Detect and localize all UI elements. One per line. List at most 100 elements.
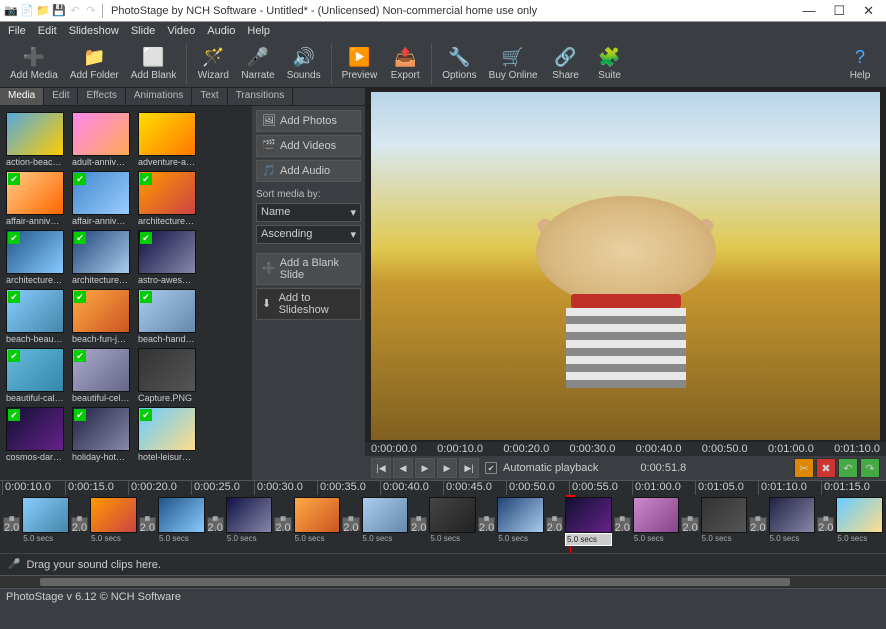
transition[interactable]: ▦2.0 [207, 517, 224, 531]
media-thumb[interactable]: ✔beach-hand-ice-cr... [138, 289, 200, 344]
tab-text[interactable]: Text [192, 88, 227, 105]
add-videos-button[interactable]: 🎬Add Videos [256, 135, 361, 157]
transition[interactable]: ▦2.0 [546, 517, 563, 531]
add-media-button[interactable]: ➕Add Media [4, 44, 64, 83]
media-thumb[interactable]: action-beach-care... [6, 112, 68, 167]
timeline-clips[interactable]: ▦2.05.0 secs▦2.05.0 secs▦2.05.0 secs▦2.0… [0, 495, 886, 553]
transition[interactable]: ▦2.0 [478, 517, 495, 531]
menu-video[interactable]: Video [163, 24, 199, 38]
timeline-clip[interactable]: 5.0 secs [701, 497, 748, 551]
add-to-slideshow-button[interactable]: ⬇Add to Slideshow [256, 288, 361, 320]
undo-button[interactable]: ↶ [838, 458, 858, 478]
tab-edit[interactable]: Edit [44, 88, 78, 105]
media-thumb[interactable]: ✔holiday-hotel-las-v... [72, 407, 134, 462]
buy-online-button[interactable]: 🛒Buy Online [483, 44, 544, 83]
prev-button[interactable]: ◀ [393, 458, 413, 478]
media-thumb[interactable]: ✔affair-anniversary... [72, 171, 134, 226]
media-thumb[interactable]: ✔cosmos-dark-eveni... [6, 407, 68, 462]
add-audio-button[interactable]: 🎵Add Audio [256, 160, 361, 182]
timeline-clip[interactable]: 5.0 secs [497, 497, 544, 551]
media-thumb[interactable]: Capture.PNG [138, 348, 200, 403]
timeline-clip[interactable]: 5.0 secs [565, 497, 612, 551]
undo-icon[interactable]: ↶ [68, 4, 82, 18]
audio-track[interactable]: Drag your sound clips here. [0, 553, 886, 575]
timeline-scrollbar[interactable] [0, 575, 886, 587]
help-button[interactable]: ?Help [838, 44, 882, 83]
transition[interactable]: ▦2.0 [3, 517, 20, 531]
timeline-clip[interactable]: 5.0 secs [158, 497, 205, 551]
transition[interactable]: ▦2.0 [274, 517, 291, 531]
media-thumb[interactable]: ✔beach-fun-jet-ski-... [72, 289, 134, 344]
media-thumb[interactable]: ✔hotel-leisure-palm-... [138, 407, 200, 462]
menu-slide[interactable]: Slide [127, 24, 159, 38]
redo-icon[interactable]: ↷ [84, 4, 98, 18]
open-icon[interactable]: 📁 [36, 4, 50, 18]
menu-slideshow[interactable]: Slideshow [65, 24, 123, 38]
timeline-ruler[interactable]: 0:00:10.00:00:15.00:00:20.00:00:25.00:00… [0, 481, 886, 495]
cut-button[interactable]: ✂ [794, 458, 814, 478]
next-button[interactable]: ▶ [437, 458, 457, 478]
menu-audio[interactable]: Audio [203, 24, 239, 38]
media-thumb[interactable]: ✔beach-beautiful-bi... [6, 289, 68, 344]
add-folder-button[interactable]: 📁Add Folder [64, 44, 125, 83]
play-button[interactable]: ▶ [415, 458, 435, 478]
skip-end-button[interactable]: ▶| [459, 458, 479, 478]
transition[interactable]: ▦2.0 [410, 517, 427, 531]
media-thumb[interactable]: adventure-art-ball... [138, 112, 200, 167]
transition[interactable]: ▦2.0 [342, 517, 359, 531]
transition[interactable]: ▦2.0 [139, 517, 156, 531]
transition[interactable]: ▦2.0 [817, 517, 834, 531]
timeline-clip[interactable]: 5.0 secs [226, 497, 273, 551]
transition[interactable]: ▦2.0 [749, 517, 766, 531]
transition[interactable]: ▦2.0 [614, 517, 631, 531]
timeline-clip[interactable]: 5.0 secs [633, 497, 680, 551]
media-thumb[interactable]: ✔beautiful-celebrati... [72, 348, 134, 403]
timeline-clip[interactable]: 5.0 secs [90, 497, 137, 551]
share-button[interactable]: 🔗Share [544, 44, 588, 83]
media-thumb[interactable]: ✔affair-anniversary... [6, 171, 68, 226]
tab-effects[interactable]: Effects [78, 88, 125, 105]
menu-file[interactable]: File [4, 24, 30, 38]
timeline-clip[interactable]: 5.0 secs [429, 497, 476, 551]
export-button[interactable]: 📤Export [383, 44, 427, 83]
redo-button[interactable]: ↷ [860, 458, 880, 478]
tab-media[interactable]: Media [0, 88, 44, 105]
add-blank-slide-button[interactable]: ➕Add a Blank Slide [256, 253, 361, 285]
timeline-clip[interactable]: 5.0 secs [836, 497, 883, 551]
add-photos-button[interactable]: 🖼Add Photos [256, 110, 361, 132]
media-thumb[interactable]: ✔architecture-buildi... [72, 230, 134, 285]
sort-field-select[interactable]: Name▾ [256, 203, 361, 222]
sort-order-select[interactable]: Ascending▾ [256, 225, 361, 244]
sounds-button[interactable]: 🔊Sounds [281, 44, 327, 83]
preview-ruler[interactable]: 0:00:00.00:00:10.00:00:20.00:00:30.00:00… [365, 442, 886, 456]
minimize-button[interactable]: — [802, 3, 815, 19]
suite-button[interactable]: 🧩Suite [588, 44, 632, 83]
transition[interactable]: ▦2.0 [681, 517, 698, 531]
add-blank-button[interactable]: ⬜Add Blank [125, 44, 183, 83]
options-button[interactable]: 🔧Options [436, 44, 482, 83]
close-button[interactable]: ✕ [863, 3, 874, 19]
tab-transitions[interactable]: Transitions [228, 88, 294, 105]
timeline-clip[interactable]: 5.0 secs [22, 497, 69, 551]
timeline-clip[interactable]: 5.0 secs [769, 497, 816, 551]
new-icon[interactable]: 📄 [20, 4, 34, 18]
menu-help[interactable]: Help [243, 24, 274, 38]
tab-animations[interactable]: Animations [126, 88, 192, 105]
media-thumb[interactable]: ✔architecture-barg... [6, 230, 68, 285]
preview-image[interactable] [371, 92, 880, 440]
transition[interactable]: ▦2.0 [71, 517, 88, 531]
media-thumb[interactable]: ✔architecture-ballo... [138, 171, 200, 226]
media-thumb[interactable]: ✔astro-awesome-bl... [138, 230, 200, 285]
timeline-clip[interactable]: 5.0 secs [294, 497, 341, 551]
timeline-clip[interactable]: 5.0 secs [362, 497, 409, 551]
wizard-button[interactable]: 🪄Wizard [191, 44, 235, 83]
preview-button[interactable]: ▶️Preview [336, 44, 384, 83]
skip-start-button[interactable]: |◀ [371, 458, 391, 478]
delete-button[interactable]: ✖ [816, 458, 836, 478]
maximize-button[interactable]: ☐ [833, 3, 845, 19]
auto-playback-checkbox[interactable]: ✔ [485, 462, 497, 474]
narrate-button[interactable]: 🎤Narrate [235, 44, 280, 83]
media-thumb[interactable]: ✔beautiful-calm-clo... [6, 348, 68, 403]
menu-edit[interactable]: Edit [34, 24, 61, 38]
media-thumb[interactable]: adult-anniversary... [72, 112, 134, 167]
